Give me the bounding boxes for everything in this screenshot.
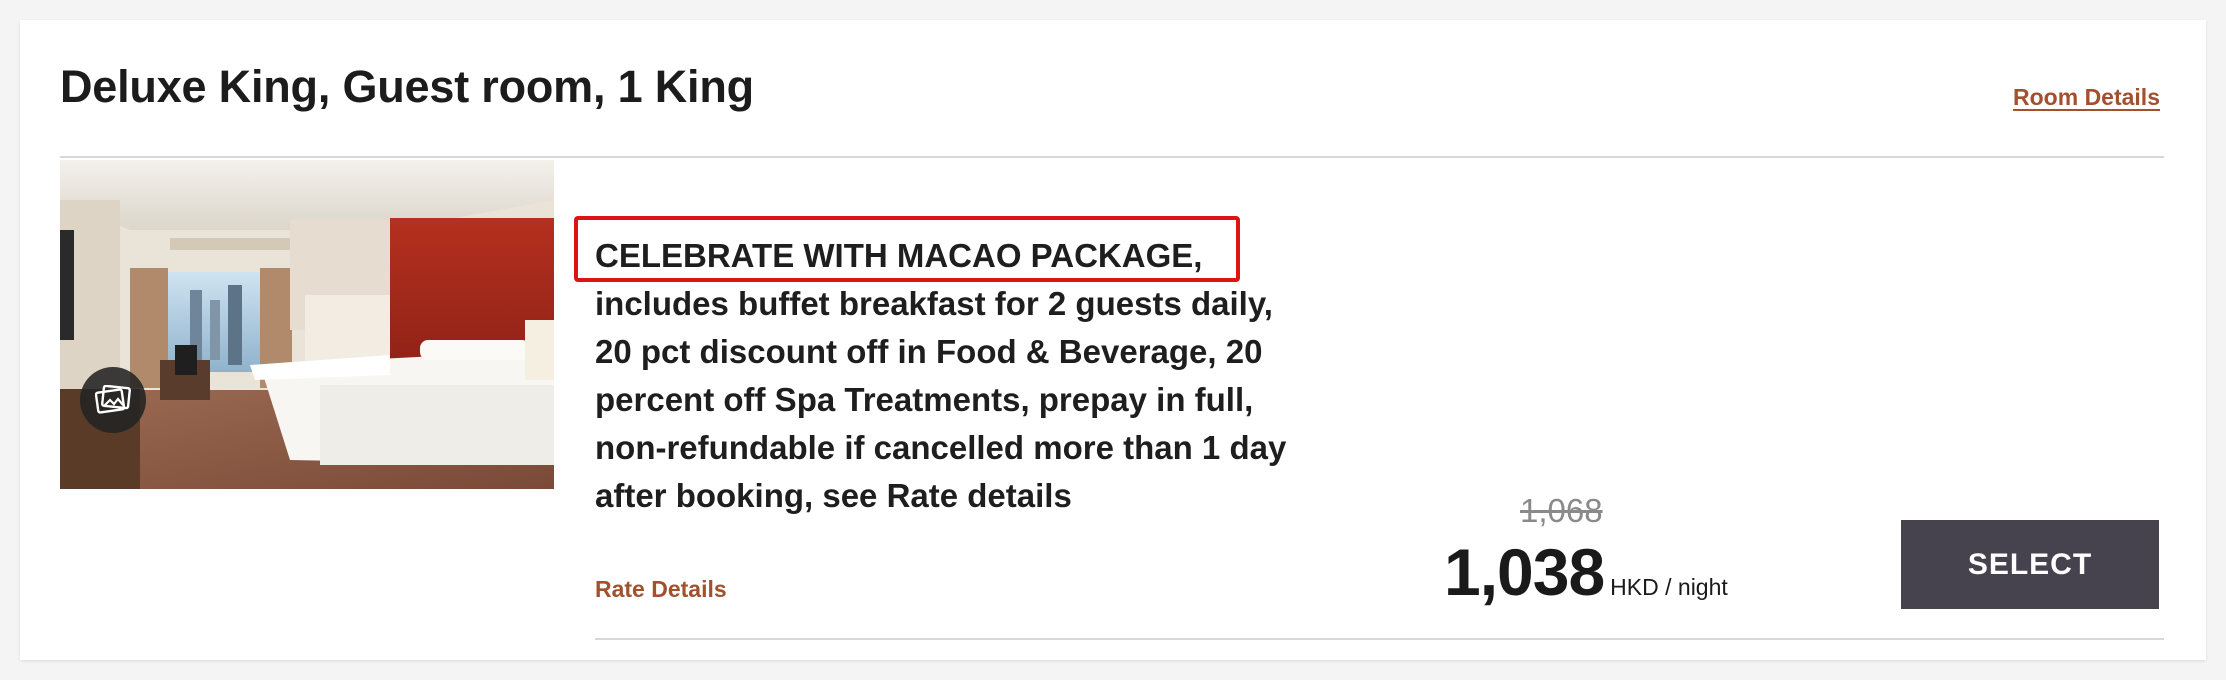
divider <box>595 638 2164 640</box>
room-photo-image <box>60 160 554 489</box>
room-title: Deluxe King, Guest room, 1 King <box>60 61 754 112</box>
rate-details-link[interactable]: Rate Details <box>595 576 727 603</box>
image-gallery-icon[interactable] <box>80 367 146 433</box>
price-unit: HKD / night <box>1610 574 1728 600</box>
price-row: 1,038 HKD / night <box>1444 534 1728 610</box>
divider <box>60 156 2164 158</box>
room-rate-card: Deluxe King, Guest room, 1 King Room Det… <box>20 20 2206 660</box>
rate-description: CELEBRATE WITH MACAO PACKAGE, includes b… <box>595 232 1315 520</box>
original-price: 1,068 <box>1520 492 1603 529</box>
gallery-glyph-icon <box>95 385 131 414</box>
room-details-link[interactable]: Room Details <box>2013 84 2160 111</box>
rate-description-text: includes buffet breakfast for 2 guests d… <box>595 285 1287 514</box>
room-photo[interactable] <box>60 160 554 489</box>
rate-package-name: CELEBRATE WITH MACAO PACKAGE, <box>595 237 1203 274</box>
current-price: 1,038 <box>1444 535 1605 609</box>
select-button[interactable]: SELECT <box>1901 520 2159 609</box>
